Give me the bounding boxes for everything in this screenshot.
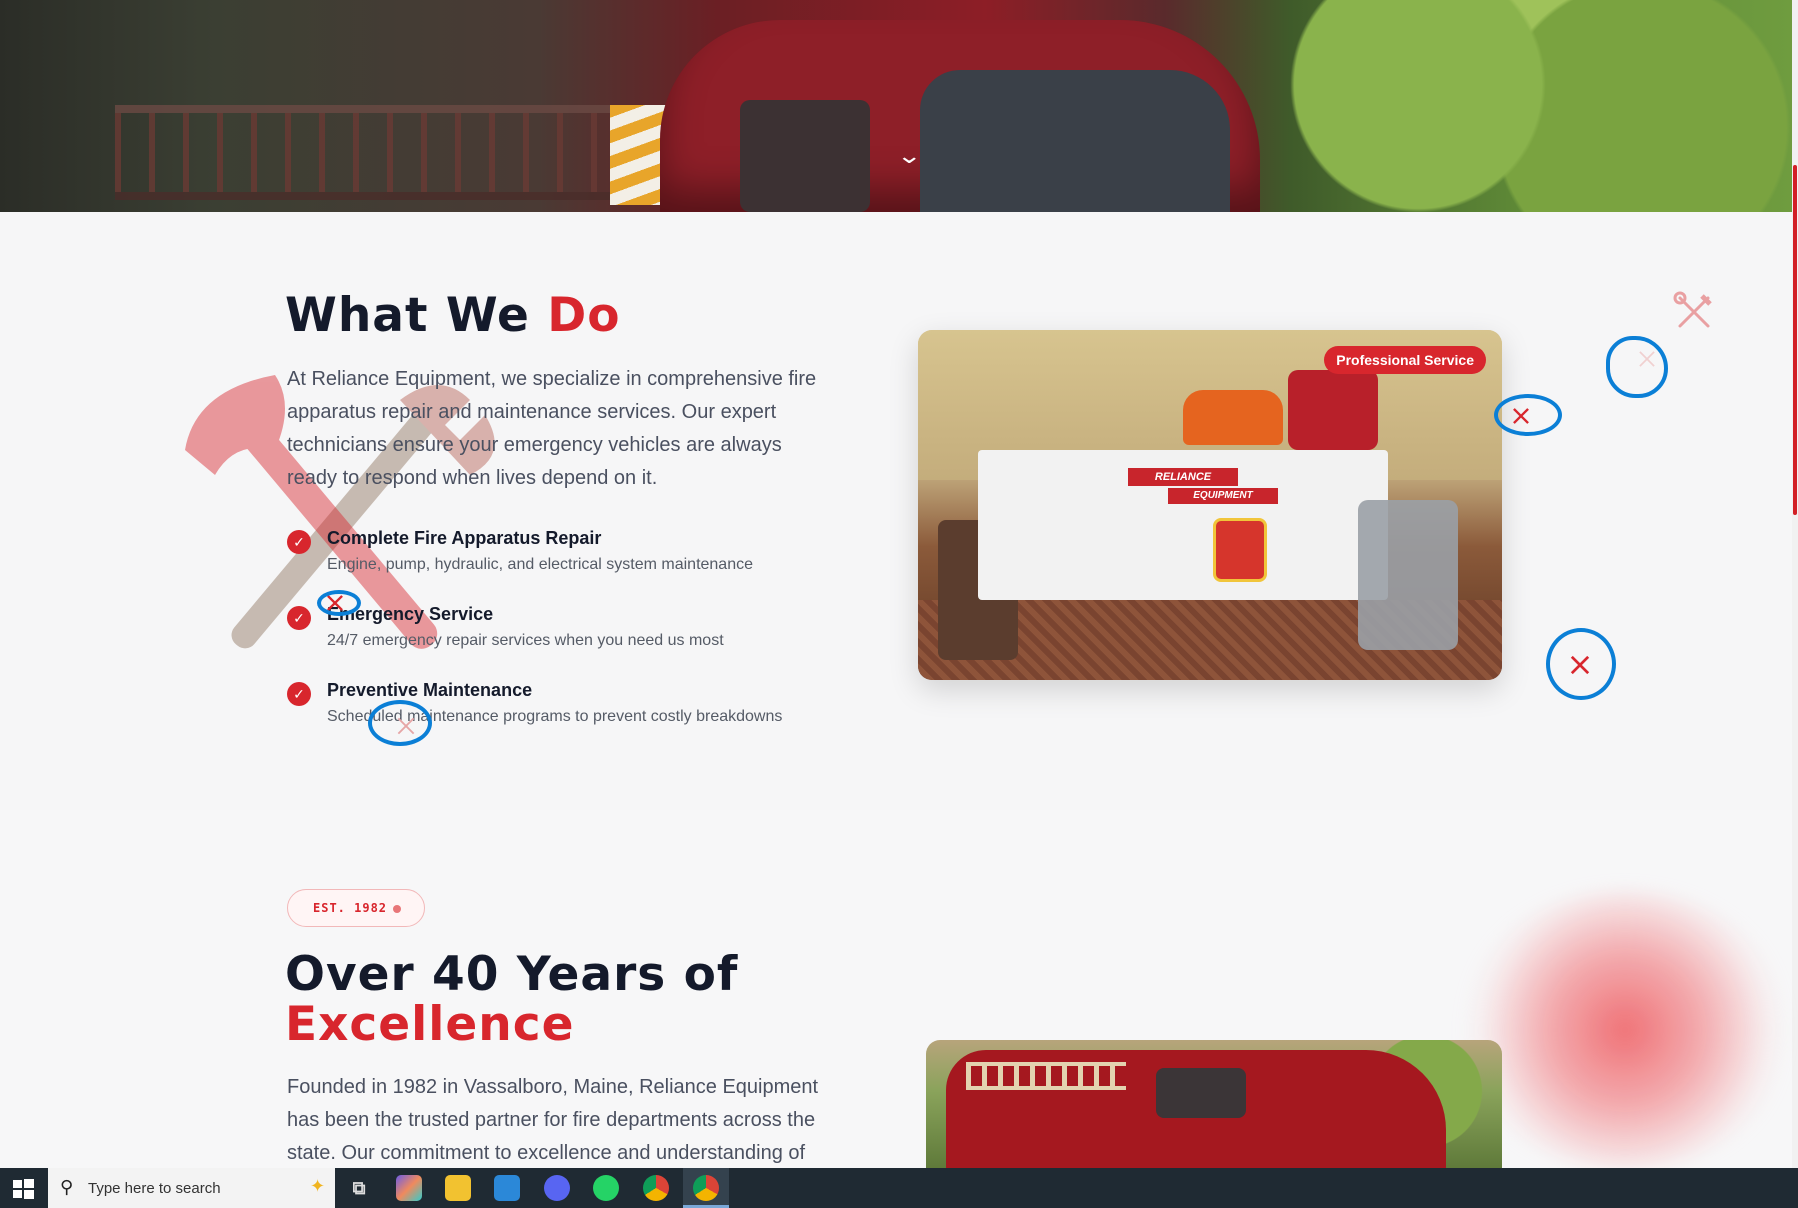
discord-icon[interactable] [544,1175,570,1201]
hero-ladder-image [115,105,675,200]
hero-trees-image [1250,0,1792,212]
search-placeholder: Type here to search [88,1180,221,1197]
annotation-circle [1546,628,1616,700]
photo-logo-reliance: RELIANCE [1128,468,1238,486]
photo-machine [1358,500,1458,650]
annotation-circle [317,590,361,616]
what-we-do-title-main: What We [285,288,548,343]
chevron-down-icon[interactable]: ⌄ [896,143,922,169]
feature-title: Preventive Maintenance [327,680,533,700]
hero-banner: ⌄ [0,0,1792,212]
scrollbar-thumb[interactable] [1793,165,1797,515]
microsoft-store-icon[interactable] [494,1175,520,1201]
chrome-profile-icon[interactable] [693,1175,719,1201]
annotation-circle [1606,336,1668,398]
task-view-icon[interactable]: ⧉ [346,1175,372,1201]
hero-truck-windshield [920,70,1230,212]
photo-pump-red [1288,370,1378,450]
taskbar-search-box[interactable]: ⚲ Type here to search ✦ [48,1168,335,1208]
annotation-circle [368,700,432,746]
windows-start-icon[interactable] [10,1176,36,1202]
description-line: has been the trusted partner for fire de… [287,1109,816,1131]
est-badge: EST. 1982 [287,889,425,927]
est-badge-label: EST. 1982 [313,901,388,915]
professional-service-tag: Professional Service [1324,346,1486,374]
est-badge-dot [393,905,401,913]
copilot-icon[interactable] [396,1175,422,1201]
what-we-do-title: What We Do [285,288,621,343]
decorative-glow [1460,890,1790,1170]
what-we-do-section [0,212,1792,810]
what-we-do-description: At Reliance Equipment, we specialize in … [287,363,877,495]
whatsapp-icon[interactable] [593,1175,619,1201]
photo-logo-equipment: EQUIPMENT [1168,488,1278,504]
history-title-accent: Excellence [285,997,575,1052]
check-circle-icon: ✓ [287,606,311,630]
description-line: technicians ensure your emergency vehicl… [287,434,782,456]
description-line: apparatus repair and maintenance service… [287,401,777,423]
vintage-fire-truck-photo [926,1040,1502,1168]
description-line: ready to respond when lives depend on it… [287,467,658,489]
sparkle-icon: ✦ [310,1176,326,1196]
annotation-circle [1494,394,1562,436]
file-explorer-icon[interactable] [445,1175,471,1201]
truck-photo-ladder [966,1062,1126,1090]
check-circle-icon: ✓ [287,530,311,554]
windows-taskbar: ⚲ Type here to search ✦ ⧉ [0,1168,1798,1208]
history-title: Over 40 Years of Excellence [285,950,738,1050]
description-line: At Reliance Equipment, we specialize in … [287,368,817,390]
equipment-display-photo: RELIANCE EQUIPMENT Professional Service [918,330,1502,680]
tools-icon [1673,291,1712,328]
history-description: Founded in 1982 in Vassalboro, Maine, Re… [287,1071,887,1170]
description-line: Founded in 1982 in Vassalboro, Maine, Re… [287,1076,819,1098]
photo-pump [1183,390,1283,445]
what-we-do-title-accent: Do [547,288,621,343]
check-circle-icon: ✓ [287,682,311,706]
photo-maltese-cross-badge [1213,518,1267,582]
feature-title: Complete Fire Apparatus Repair [327,528,602,548]
feature-description: 24/7 emergency repair services when you … [327,632,724,649]
page-scrollbar[interactable] [1792,0,1798,1168]
search-icon: ⚲ [60,1177,74,1197]
truck-photo-window [1156,1068,1246,1118]
description-line: state. Our commitment to excellence and … [287,1142,806,1164]
history-title-main: Over 40 Years of [285,947,739,1002]
chrome-icon[interactable] [643,1175,669,1201]
feature-description: Engine, pump, hydraulic, and electrical … [327,556,753,573]
hero-truck-window [740,100,870,212]
